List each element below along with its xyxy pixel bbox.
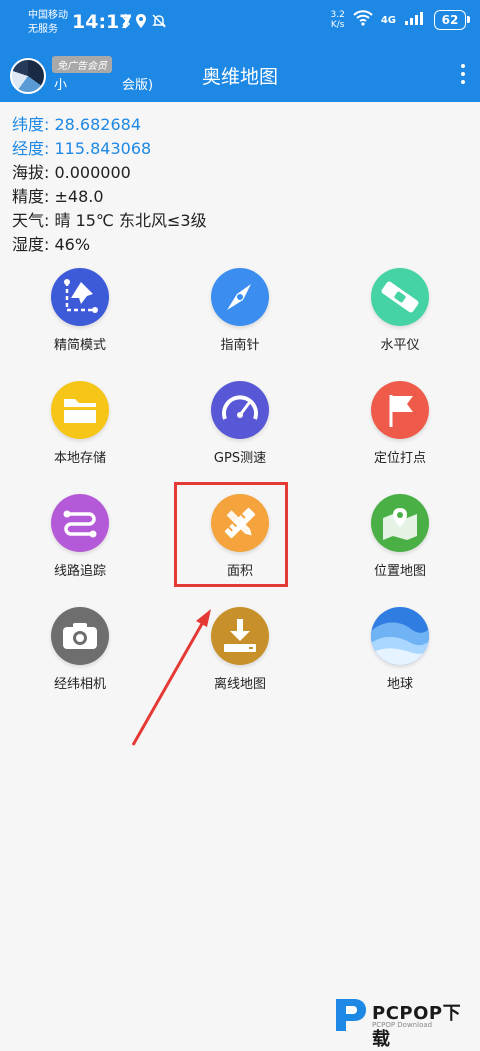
highlight-box [174, 482, 288, 587]
wifi-icon [353, 10, 373, 30]
tool-label: 定位打点 [373, 451, 426, 466]
status-icons-left [121, 13, 167, 33]
mute-bell-icon [151, 13, 167, 33]
watermark-sub: PCPOP Download [372, 1021, 433, 1029]
tool-label: 指南针 [220, 338, 260, 353]
accuracy: 精度: ±48.0 [12, 187, 104, 206]
speedometer-icon [211, 381, 269, 439]
tool-label: 离线地图 [213, 677, 266, 692]
tool-level[interactable]: 水平仪 [340, 268, 460, 353]
route-icon [51, 494, 109, 552]
earth-icon [371, 607, 429, 665]
tool-gps-speed[interactable]: GPS测速 [180, 381, 300, 466]
page-title: 奥维地图 [201, 66, 278, 88]
tool-offline-map[interactable]: 离线地图 [180, 607, 300, 692]
camera-icon [51, 607, 109, 665]
watermark: PCPOP下载 PCPOP Download [332, 995, 478, 1050]
net-speed-unit: K/s [330, 20, 345, 30]
tool-earth[interactable]: 地球 [340, 607, 460, 692]
tool-label: 经纬相机 [53, 677, 106, 692]
net-speed-value: 3.2 [330, 10, 345, 20]
carrier-service: 无服务 [28, 24, 58, 35]
tool-location-map[interactable]: 位置地图 [340, 494, 460, 579]
battery-level: 62 [441, 13, 459, 27]
level-icon [371, 268, 429, 326]
status-bar: 中国移动 无服务 14:17 3.2 K/s 4G 62 [0, 0, 480, 46]
tool-label: 线路追踪 [53, 564, 106, 579]
tool-label: 本地存储 [53, 451, 106, 466]
tool-route-tracking[interactable]: 线路追踪 [20, 494, 140, 579]
folder-icon [51, 381, 109, 439]
latitude: 纬度: 28.682684 [12, 115, 142, 134]
tool-label: 精简模式 [53, 338, 106, 353]
altitude: 海拔: 0.000000 [12, 163, 131, 182]
net-speed: 3.2 K/s [331, 10, 345, 30]
app-bar: 免广告会员 小 会版) 奥维地图 [0, 46, 480, 102]
bluetooth-icon [121, 13, 131, 33]
battery-indicator: 62 [434, 10, 470, 30]
tool-label: 地球 [386, 677, 413, 692]
tool-location-marker[interactable]: 定位打点 [340, 381, 460, 466]
humidity: 湿度: 46% [12, 235, 91, 254]
location-info: 纬度: 28.682684 经度: 115.843068 海拔: 0.00000… [12, 113, 207, 257]
tool-local-storage[interactable]: 本地存储 [20, 381, 140, 466]
network-type: 4G [380, 14, 396, 26]
more-menu-icon[interactable] [460, 64, 466, 84]
tool-compass[interactable]: 指南针 [180, 268, 300, 353]
map-pin-icon [51, 268, 109, 326]
carrier-name: 中国移动 [28, 10, 68, 21]
weather: 天气: 晴 15℃ 东北风≤3级 [12, 211, 207, 230]
carrier-info: 中国移动 无服务 [28, 9, 68, 37]
pcpop-logo-icon [336, 999, 366, 1031]
signal-icon [404, 10, 426, 30]
tool-label: 水平仪 [380, 338, 420, 353]
location-map-icon [371, 494, 429, 552]
location-icon [135, 13, 147, 33]
flag-icon [371, 381, 429, 439]
tool-label: 位置地图 [373, 564, 426, 579]
tool-geo-camera[interactable]: 经纬相机 [20, 607, 140, 692]
longitude: 经度: 115.843068 [12, 139, 152, 158]
tool-simple-mode[interactable]: 精简模式 [20, 268, 140, 353]
status-icons-right: 3.2 K/s 4G 62 [331, 10, 470, 30]
download-icon [211, 607, 269, 665]
tool-label: GPS测速 [213, 451, 267, 466]
compass-icon [211, 268, 269, 326]
